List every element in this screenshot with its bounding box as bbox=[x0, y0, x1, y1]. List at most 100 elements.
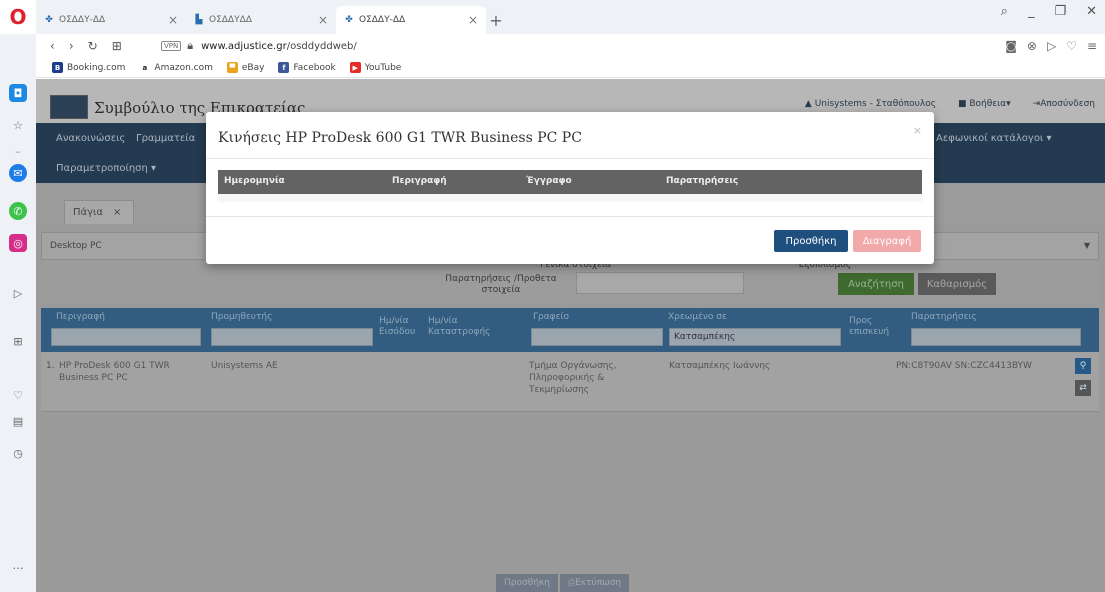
star-icon[interactable]: ☆ bbox=[9, 116, 27, 134]
view-button[interactable]: ⚲ bbox=[1075, 358, 1091, 374]
vpn-badge[interactable]: VPN bbox=[161, 41, 182, 51]
delete-button[interactable]: Διαγραφή bbox=[853, 230, 921, 252]
tabs-grid-icon[interactable]: ⊞ bbox=[112, 39, 122, 53]
user-name: Unisystems - Σταθόπουλος bbox=[814, 99, 936, 109]
forward-icon[interactable]: › bbox=[69, 39, 74, 53]
send-icon[interactable]: ▷ bbox=[1047, 39, 1056, 53]
bookmark-label: Facebook bbox=[293, 62, 336, 73]
history-list-icon[interactable]: ▤ bbox=[9, 412, 27, 430]
col-description: Περιγραφή bbox=[392, 176, 447, 186]
minimize-icon[interactable]: _ bbox=[1028, 4, 1035, 19]
nav-label: Παραμετροποίηση bbox=[56, 163, 148, 174]
logout-label: Αποσύνδεση bbox=[1040, 99, 1095, 109]
clock-icon[interactable]: ◷ bbox=[9, 444, 27, 462]
youtube-icon: ▶ bbox=[349, 62, 361, 73]
category-value: Desktop PC bbox=[50, 241, 102, 251]
nav-item-settings[interactable]: Παραμετροποίηση ▾ bbox=[56, 163, 156, 174]
url-host: www.adjustice.gr bbox=[201, 40, 287, 52]
col-office: Γραφείο bbox=[533, 312, 570, 322]
col-notes: Παρατηρήσεις bbox=[911, 312, 977, 322]
browser-tab-2[interactable]: ▙ ΟΣΔΔΥΔΔ × bbox=[186, 6, 336, 34]
transfer-button[interactable]: ⇄ bbox=[1075, 380, 1091, 396]
url-field[interactable]: www.adjustice.gr/osddyddweb/ bbox=[201, 41, 357, 52]
modal-title: Κινήσεις HP ProDesk 600 G1 TWR Business … bbox=[218, 130, 582, 146]
logout-link[interactable]: ⇥Αποσύνδεση bbox=[1033, 99, 1095, 109]
address-bar: ‹ › ↻ ⊞ VPN 🔒︎ www.adjustice.gr/osddyddw… bbox=[36, 34, 1105, 58]
amazon-icon: a bbox=[139, 62, 151, 73]
supplier-filter[interactable] bbox=[211, 328, 373, 346]
tab-assets[interactable]: Πάγια × bbox=[64, 200, 134, 224]
user-icon: ▲ bbox=[804, 99, 815, 109]
close-icon[interactable]: × bbox=[913, 124, 922, 137]
bookmark-booking[interactable]: B Booking.com bbox=[52, 62, 125, 73]
bookmark-label: Booking.com bbox=[67, 62, 126, 73]
adblock-icon[interactable]: ⊗ bbox=[1027, 39, 1037, 53]
bookmark-youtube[interactable]: ▶ YouTube bbox=[349, 62, 401, 73]
camera-icon[interactable]: ◙ bbox=[1005, 39, 1017, 53]
divider-icon: – bbox=[15, 144, 21, 158]
ebay-icon: ▀ bbox=[226, 62, 238, 73]
help-link[interactable]: ■ Βοήθεια▾ bbox=[958, 99, 1011, 109]
nav-item-announcements[interactable]: Ανακοινώσεις bbox=[56, 133, 125, 144]
col-destruction-date: Ημ/νία Καταστροφής bbox=[428, 316, 491, 337]
browser-tab-3[interactable]: ✤ ΟΣΔΔΥ-ΔΔ × bbox=[336, 6, 486, 34]
browser-tab-1[interactable]: ✤ ΟΣΔΔΥ-ΔΔ × bbox=[36, 6, 186, 34]
table-row[interactable]: 1. HP ProDesk 600 G1 TWR Business PC PC … bbox=[41, 352, 1099, 412]
browser-tab-title: ΟΣΔΔΥΔΔ bbox=[209, 15, 252, 25]
close-tab-icon[interactable]: × bbox=[318, 13, 328, 27]
row-office: Τμήμα Οργάνωσης, Πληροφορικής & Τεκμηρίω… bbox=[529, 361, 617, 395]
browser-tab-title: ΟΣΔΔΥ-ΔΔ bbox=[59, 15, 106, 25]
user-link[interactable]: ▲ Unisystems - Σταθόπουλος bbox=[805, 99, 936, 109]
reload-icon[interactable]: ↻ bbox=[88, 39, 98, 53]
assigned-filter[interactable]: Κατσαμπέκης bbox=[669, 328, 841, 346]
bookmark-amazon[interactable]: a Amazon.com bbox=[139, 62, 213, 73]
row-assigned: Κατσαμπέκης Ιωάννης bbox=[669, 361, 771, 371]
back-icon[interactable]: ‹ bbox=[50, 39, 55, 53]
book-icon: ■ bbox=[958, 99, 970, 109]
heart-icon[interactable]: ♡ bbox=[9, 386, 27, 404]
notes-filter[interactable] bbox=[911, 328, 1081, 346]
divider bbox=[206, 216, 934, 217]
movements-modal: Κινήσεις HP ProDesk 600 G1 TWR Business … bbox=[206, 112, 934, 264]
search-icon[interactable]: ⌕ bbox=[1001, 4, 1008, 19]
menu-icon[interactable]: ≡ bbox=[1087, 39, 1097, 53]
nav-item-phonebooks[interactable]: Αεφωνικοί κατάλογοι ▾ bbox=[936, 133, 1052, 144]
restore-icon[interactable]: ❐ bbox=[1054, 4, 1066, 19]
booking-icon: B bbox=[52, 62, 63, 73]
bookmark-ebay[interactable]: ▀ eBay bbox=[226, 62, 264, 73]
heart-icon[interactable]: ♡ bbox=[1066, 39, 1077, 53]
workspaces-icon[interactable]: ⊞ bbox=[9, 332, 27, 350]
col-assigned: Χρεωμένο σε bbox=[668, 312, 727, 322]
nav-item-secretariat[interactable]: Γραμματεία bbox=[136, 133, 195, 144]
clear-button[interactable]: Καθαρισμός bbox=[918, 273, 996, 295]
whatsapp-icon[interactable]: ✆ bbox=[9, 202, 27, 220]
url-path: /osddyddweb/ bbox=[286, 40, 357, 52]
site-favicon-icon: ✤ bbox=[345, 15, 353, 25]
player-icon[interactable]: ▷ bbox=[9, 284, 27, 302]
close-icon[interactable]: × bbox=[113, 207, 121, 218]
instagram-icon[interactable]: ◎ bbox=[9, 234, 27, 252]
close-tab-icon[interactable]: × bbox=[168, 13, 178, 27]
opera-logo[interactable]: O bbox=[0, 0, 36, 34]
add-button[interactable]: Προσθήκη bbox=[774, 230, 848, 252]
site-favicon-icon: ▙ bbox=[195, 15, 203, 25]
facebook-icon: f bbox=[278, 62, 290, 73]
search-button[interactable]: Αναζήτηση bbox=[838, 273, 914, 295]
print-icon: ⎙ bbox=[567, 578, 576, 588]
speed-dial-icon[interactable]: ◘ bbox=[9, 84, 27, 102]
more-icon[interactable]: … bbox=[9, 556, 27, 574]
add-asset-button[interactable]: Προσθήκη bbox=[496, 574, 558, 592]
row-number: 1. bbox=[46, 361, 55, 371]
bookmark-facebook[interactable]: f Facebook bbox=[278, 62, 336, 73]
lock-icon: 🔒︎ bbox=[187, 39, 194, 52]
new-tab-button[interactable]: + bbox=[486, 6, 506, 34]
office-filter[interactable] bbox=[531, 328, 663, 346]
print-button[interactable]: ⎙ Εκτύπωση bbox=[559, 574, 630, 592]
notes-filter-input[interactable] bbox=[576, 272, 744, 294]
close-window-icon[interactable]: ✕ bbox=[1086, 4, 1097, 19]
row-notes: PN:C8T90AV SN:CZC4413BYW bbox=[896, 361, 1032, 371]
col-notes: Παρατηρήσεις bbox=[666, 176, 739, 186]
description-filter[interactable] bbox=[51, 328, 201, 346]
close-tab-icon[interactable]: × bbox=[468, 13, 478, 27]
messenger-icon[interactable]: ✉ bbox=[9, 164, 27, 182]
